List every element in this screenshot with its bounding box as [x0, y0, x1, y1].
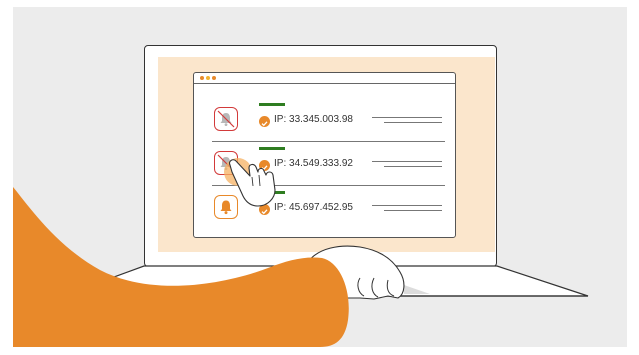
arm-illustration — [13, 187, 405, 347]
